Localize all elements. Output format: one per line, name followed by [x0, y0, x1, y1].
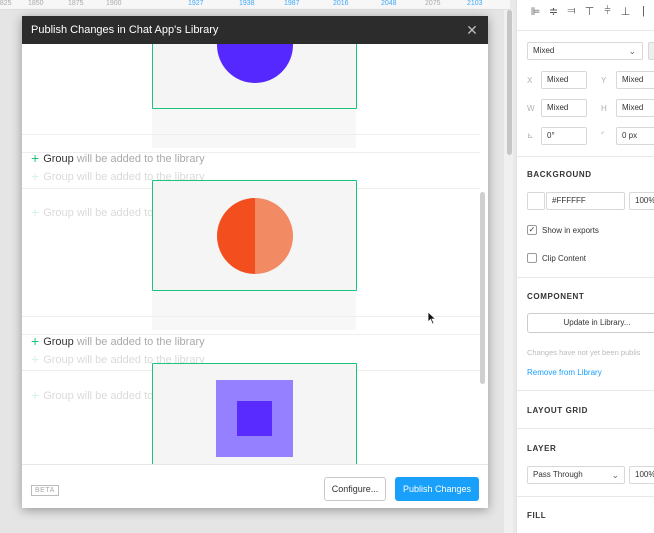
ruler-tick: 1987 — [284, 0, 300, 7]
change-description: will be added to the library — [73, 153, 205, 165]
publish-changes-dialog: Publish Changes in Chat App's Library ✕ … — [22, 16, 488, 508]
canvas-scrollbar-thumb[interactable] — [507, 10, 512, 155]
unpublished-note: Changes have not yet been publis — [527, 348, 641, 357]
blue-circle-preview — [217, 44, 293, 83]
align-top-icon[interactable]: ⊤ — [583, 5, 596, 18]
dialog-body[interactable]: + Group will be added to the library + Gro… — [22, 44, 488, 480]
divider — [517, 277, 654, 278]
horizontal-ruler: 1825 1850 1875 1900 1927 1938 1987 2016 … — [0, 0, 510, 10]
divider — [517, 390, 654, 391]
component-thumbnail — [152, 180, 357, 291]
y-field[interactable]: Mixed — [616, 71, 654, 89]
plus-icon: + — [31, 387, 40, 403]
divider — [517, 30, 654, 31]
update-in-library-button[interactable]: Update in Library... — [527, 313, 654, 333]
layer-opacity-field[interactable]: 100% — [629, 466, 654, 484]
change-row: + Group will be added to the library — [31, 150, 205, 166]
properties-panel: ⊫ ≑ ⫤ ⊤ ⫩ ⊥ | Mixed ⌄ X Mixed Y Mixed W … — [516, 0, 654, 533]
plus-icon: + — [31, 168, 40, 184]
orange-circle-preview — [217, 198, 293, 274]
close-icon[interactable]: ✕ — [464, 22, 480, 38]
plus-icon: + — [31, 150, 40, 166]
plus-icon: + — [31, 351, 40, 367]
show-in-exports-label: Show in exports — [542, 226, 599, 235]
group-name: Group — [43, 336, 74, 348]
clip-content-label: Clip Content — [542, 254, 587, 263]
rotation-icon: ⊾ — [527, 131, 534, 140]
width-field[interactable]: Mixed — [541, 99, 587, 117]
show-in-exports-checkbox[interactable]: ✓ — [527, 225, 537, 235]
w-label: W — [527, 104, 535, 113]
beta-badge: BETA — [31, 485, 59, 496]
purple-square-preview — [216, 380, 293, 457]
background-swatch[interactable] — [527, 192, 545, 210]
align-vertical-center-icon[interactable]: ⫩ — [601, 5, 614, 18]
blend-mode-value: Pass Through — [533, 470, 583, 479]
layer-section-title: LAYER — [527, 444, 557, 453]
ruler-tick: 1850 — [28, 0, 44, 7]
corner-radius-icon: ⌜ — [601, 131, 605, 140]
chevron-down-icon: ⌄ — [628, 46, 636, 56]
background-color-field[interactable]: #FFFFFF — [546, 192, 625, 210]
component-thumbnail — [152, 44, 357, 109]
align-right-icon[interactable]: ⫤ — [565, 5, 578, 18]
dialog-footer: BETA Configure... Publish Changes — [22, 464, 488, 508]
clip-content-checkbox[interactable] — [527, 253, 537, 263]
ruler-tick: 2048 — [381, 0, 397, 7]
align-horizontal-center-icon[interactable]: ≑ — [547, 5, 560, 18]
height-field[interactable]: Mixed — [616, 99, 654, 117]
change-row: + Group will be added to the library — [31, 333, 205, 349]
x-label: X — [527, 76, 533, 85]
row-divider — [22, 316, 480, 317]
divider — [517, 496, 654, 497]
ruler-tick: 1900 — [106, 0, 122, 7]
alignment-toolbar: ⊫ ≑ ⫤ ⊤ ⫩ ⊥ | — [529, 5, 650, 18]
align-bottom-icon[interactable]: ⊥ — [619, 5, 632, 18]
ruler-tick: 1875 — [68, 0, 84, 7]
ruler-tick: 1825 — [0, 0, 12, 7]
fill-section-title: FILL — [527, 511, 547, 520]
divider — [517, 156, 654, 157]
background-section-title: BACKGROUND — [527, 170, 592, 179]
background-opacity-field[interactable]: 100% — [629, 192, 654, 210]
rotation-field[interactable]: 0° — [541, 127, 587, 145]
row-divider — [22, 134, 480, 135]
configure-button[interactable]: Configure... — [324, 477, 386, 501]
corner-radius-field[interactable]: 0 px — [616, 127, 654, 145]
publish-changes-button[interactable]: Publish Changes — [395, 477, 479, 501]
instance-select-value: Mixed — [533, 46, 555, 55]
distribute-icon[interactable]: | — [637, 5, 650, 18]
ruler-tick: 1938 — [239, 0, 255, 7]
ruler-tick: 1927 — [188, 0, 204, 7]
instance-select[interactable]: Mixed ⌄ — [527, 42, 643, 60]
change-description: will be added to the library — [73, 336, 205, 348]
ruler-tick: 2103 — [467, 0, 483, 7]
component-section-title: COMPONENT — [527, 292, 585, 301]
plus-icon: + — [31, 333, 40, 349]
mouse-cursor-icon — [427, 311, 437, 325]
remove-from-library-link[interactable]: Remove from Library — [527, 368, 602, 377]
dialog-scrollbar[interactable] — [480, 192, 485, 384]
ruler-tick: 2016 — [333, 0, 349, 7]
chevron-down-icon: ⌄ — [611, 470, 619, 480]
dialog-title: Publish Changes in Chat App's Library — [31, 24, 219, 36]
instance-menu-button[interactable] — [648, 42, 654, 60]
h-label: H — [601, 104, 607, 113]
dialog-header: Publish Changes in Chat App's Library ✕ — [22, 16, 488, 44]
blend-mode-select[interactable]: Pass Through ⌄ — [527, 466, 625, 484]
component-thumbnail — [152, 363, 357, 474]
align-left-icon[interactable]: ⊫ — [529, 5, 542, 18]
ruler-tick: 2075 — [425, 0, 441, 7]
divider — [517, 428, 654, 429]
plus-icon: + — [31, 204, 40, 220]
x-field[interactable]: Mixed — [541, 71, 587, 89]
layout-grid-section-title: LAYOUT GRID — [527, 406, 588, 415]
group-name: Group — [43, 153, 74, 165]
y-label: Y — [601, 76, 607, 85]
